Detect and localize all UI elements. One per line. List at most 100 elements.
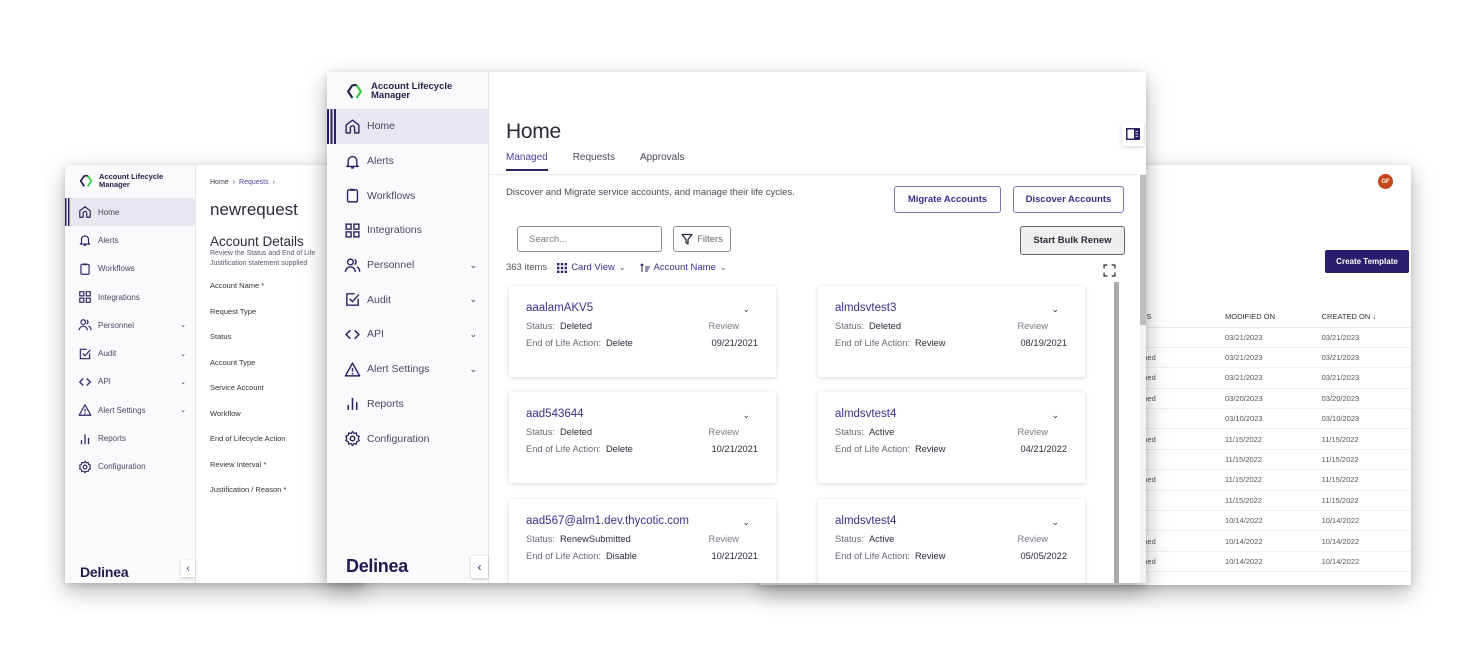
chevron-down-icon: ⌄ [469,294,477,305]
table-row[interactable]: blished03/21/202303/21/2023 [1125,347,1411,369]
tab-managed[interactable]: Managed [506,152,548,171]
column-header-created-on[interactable]: CREATED ON ↓ [1307,307,1411,328]
collapse-sidebar-button[interactable]: ‹ [471,556,488,578]
sidebar-item-alerts[interactable]: Alerts [327,144,489,179]
code-icon [78,375,92,389]
account-name-link[interactable]: aad567@alm1.dev.thycotic.com [526,515,759,527]
sidebar-item-alert-settings[interactable]: Alert Settings ⌄ [65,396,196,424]
sidebar-item-personnel[interactable]: Personnel ⌄ [327,248,489,283]
account-name-link[interactable]: almdsvtest4 [835,515,1068,527]
sidebar-item-reports[interactable]: Reports [65,424,196,452]
sidebar-item-integrations[interactable]: Integrations [327,213,489,248]
sort-selector[interactable]: Account Name ⌄ [639,262,727,273]
eol-label: End of Life Action: [526,338,601,348]
sidebar-item-alerts[interactable]: Alerts [65,226,196,254]
tab-requests[interactable]: Requests [573,152,615,171]
sidebar-item-home[interactable]: Home [327,109,489,144]
status-label: Status: [526,534,555,544]
review-date: 10/21/2021 [711,551,758,561]
sidebar-item-reports[interactable]: Reports [327,387,489,422]
account-card[interactable]: almdsvtest3 ⌄ Status: Deleted Review End of L… [818,286,1085,377]
table-row[interactable]: blished03/20/202303/20/2023 [1125,388,1411,410]
cell-modified-on: 03/21/2023 [1211,347,1308,369]
scrollbar-thumb[interactable] [1140,175,1146,325]
status-value: RenewSubmitted [559,534,631,544]
column-header-modified-on[interactable]: MODIFIED ON [1211,307,1308,328]
discover-accounts-button[interactable]: Discover Accounts [1013,186,1124,213]
chevron-down-icon[interactable]: ⌄ [1051,410,1059,421]
sidebar-item-label: Workflows [98,264,135,274]
create-template-button[interactable]: Create Template [1325,250,1409,273]
filter-icon [681,233,693,245]
table-row[interactable]: blished10/14/202210/14/2022 [1125,551,1411,573]
table-row[interactable]: ft11/15/202211/15/2022 [1125,449,1411,471]
filters-button[interactable]: Filters [673,226,731,252]
user-avatar[interactable]: GF [1378,174,1393,189]
sidebar-item-home[interactable]: Home [65,198,196,227]
sidebar-item-api[interactable]: API ⌄ [65,368,196,396]
account-name-link[interactable]: aaalamAKV5 [526,302,759,314]
breadcrumb-home[interactable]: Home [210,179,229,186]
app-logo[interactable]: Account Lifecycle Manager [79,173,169,188]
scrollbar-thumb[interactable] [1114,282,1119,583]
status-label: Status: [835,427,864,437]
review-date: 09/21/2021 [711,338,758,348]
status-row: Status: Deleted Review [835,321,1068,331]
table-row[interactable]: ft10/14/202210/14/2022 [1125,510,1411,532]
tab-approvals[interactable]: Approvals [640,152,684,171]
grid-icon [78,290,92,304]
toggle-side-panel-button[interactable] [1122,122,1144,146]
page-scrollbar[interactable] [1140,175,1146,583]
sidebar-item-workflows[interactable]: Workflows [327,178,489,213]
chevron-down-icon[interactable]: ⌄ [742,304,750,315]
cell-modified-on: 03/21/2023 [1211,327,1308,348]
clipboard-icon [344,187,361,204]
status-label: Status: [526,321,555,331]
account-card[interactable]: aad543644 ⌄ Status: Deleted Review End of Lif… [509,392,776,483]
account-card[interactable]: almdsvtest4 ⌄ Status: Active Review End of Li… [818,499,1085,583]
table-row[interactable]: blished11/15/202211/15/2022 [1125,428,1411,450]
sidebar-item-integrations[interactable]: Integrations [65,283,196,311]
cell-created-on: 11/15/2022 [1307,469,1411,491]
migrate-accounts-button[interactable]: Migrate Accounts [894,186,1001,213]
account-card[interactable]: aad567@alm1.dev.thycotic.com ⌄ Status: Rene… [509,499,776,583]
templates-table: ATUS MODIFIED ON CREATED ON ↓ ft03/21/20… [1125,307,1411,573]
table-row[interactable]: blished03/21/202303/21/2023 [1125,367,1411,389]
breadcrumb-requests[interactable]: Requests [239,179,269,186]
collapse-sidebar-button[interactable]: ‹ [181,560,195,577]
cell-modified-on: 11/15/2022 [1211,469,1308,491]
checkbox-icon [344,291,361,308]
sidebar-item-configuration[interactable]: Configuration [327,421,489,456]
table-row[interactable]: ft11/15/202211/15/2022 [1125,490,1411,512]
account-card[interactable]: almdsvtest4 ⌄ Status: Active Review End of Li… [818,392,1085,483]
sidebar-item-audit[interactable]: Audit ⌄ [65,339,196,367]
view-selector[interactable]: Card View ⌄ [557,262,626,273]
sidebar-item-audit[interactable]: Audit ⌄ [327,282,489,317]
account-card[interactable]: aaalamAKV5 ⌄ Status: Deleted Review End of Li… [509,286,776,377]
card-list-scrollbar[interactable] [1114,282,1119,583]
home-icon [344,118,361,135]
chevron-down-icon[interactable]: ⌄ [742,517,750,528]
sidebar-item-label: Personnel [98,320,135,330]
fullscreen-icon[interactable] [1103,264,1116,277]
sidebar-item-configuration[interactable]: Configuration [65,453,196,481]
code-icon [344,326,361,343]
table-row[interactable]: blished10/14/202210/14/2022 [1125,530,1411,552]
table-row[interactable]: ft03/10/202303/10/2023 [1125,408,1411,430]
start-bulk-renew-button[interactable]: Start Bulk Renew [1020,226,1125,255]
chevron-down-icon[interactable]: ⌄ [742,410,750,421]
table-row[interactable]: blished11/15/202211/15/2022 [1125,469,1411,491]
sidebar-item-api[interactable]: API ⌄ [327,317,489,352]
table-row[interactable]: ft03/21/202303/21/2023 [1125,327,1411,348]
search-input[interactable]: Search... [517,226,662,252]
chevron-down-icon[interactable]: ⌄ [1051,517,1059,528]
account-name-link[interactable]: almdsvtest3 [835,302,1068,314]
sidebar-item-workflows[interactable]: Workflows [65,255,196,283]
sidebar-item-alert-settings[interactable]: Alert Settings ⌄ [327,352,489,387]
chevron-down-icon[interactable]: ⌄ [1051,304,1059,315]
account-name-link[interactable]: almdsvtest4 [835,408,1068,420]
users-icon [344,257,361,274]
app-logo[interactable]: Account Lifecycle Manager [346,82,481,100]
account-name-link[interactable]: aad543644 [526,408,759,420]
sidebar-item-personnel[interactable]: Personnel ⌄ [65,311,196,339]
